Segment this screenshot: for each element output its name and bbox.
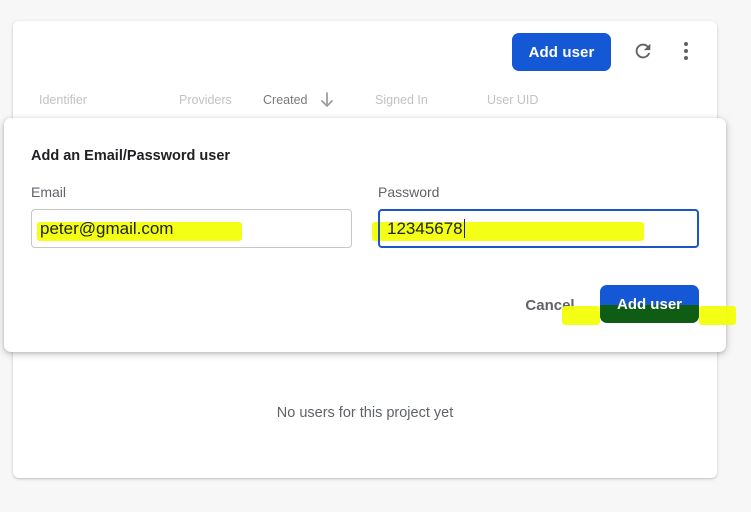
column-header-identifier[interactable]: Identifier (39, 93, 87, 107)
add-user-button[interactable]: Add user (512, 33, 611, 71)
dialog-add-user-button[interactable]: Add user (600, 285, 699, 323)
column-header-user-uid[interactable]: User UID (487, 93, 538, 107)
empty-state-message: No users for this project yet (276, 405, 454, 421)
dialog-title: Add an Email/Password user (31, 148, 231, 164)
more-vert-icon[interactable] (676, 38, 696, 64)
column-header-providers[interactable]: Providers (179, 93, 232, 107)
submit-highlight-left (562, 306, 600, 325)
submit-highlight-right (699, 306, 736, 325)
dialog-add-user-label: Add user (616, 295, 682, 313)
column-header-created[interactable]: Created (263, 93, 307, 107)
email-label: Email (31, 184, 67, 200)
email-field[interactable]: peter@gmail.com (31, 209, 352, 248)
text-caret (463, 219, 465, 238)
refresh-icon[interactable] (630, 38, 656, 64)
sort-arrow-down-icon[interactable] (319, 91, 335, 109)
add-user-dialog: Add an Email/Password user Email peter@g… (4, 118, 736, 352)
password-value: 12345678 (387, 218, 463, 238)
column-header-signed-in[interactable]: Signed In (375, 93, 428, 107)
password-field[interactable]: 12345678 (378, 209, 699, 248)
password-label: Password (378, 184, 440, 200)
email-value: peter@gmail.com (40, 218, 174, 238)
